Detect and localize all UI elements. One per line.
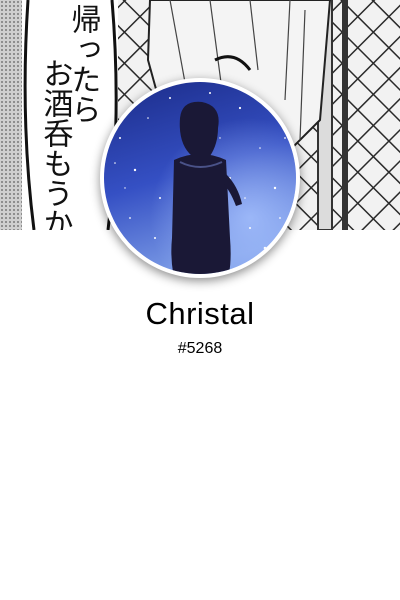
- username: Christal: [145, 296, 255, 331]
- avatar[interactable]: [100, 78, 300, 278]
- profile-card: 帰ったら お酒呑もうか Christal #5268: [0, 0, 400, 600]
- avatar-image: [104, 82, 296, 274]
- user-discriminator: #5268: [177, 340, 223, 357]
- speech-bubble-text: お酒呑もうか: [38, 58, 74, 230]
